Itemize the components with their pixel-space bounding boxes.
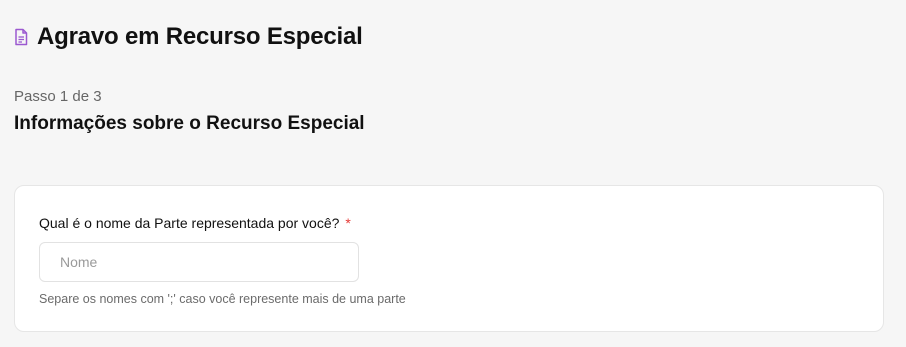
party-name-input[interactable]: [39, 242, 359, 282]
page: Agravo em Recurso Especial Passo 1 de 3 …: [0, 0, 906, 347]
question-label: Qual é o nome da Parte representada por …: [39, 215, 340, 231]
document-icon: [14, 28, 28, 46]
step-indicator: Passo 1 de 3: [14, 88, 102, 105]
required-mark: *: [345, 215, 351, 231]
party-name-question: Qual é o nome da Parte representada por …: [39, 215, 351, 231]
section-title: Informações sobre o Recurso Especial: [14, 113, 365, 134]
page-header: Agravo em Recurso Especial: [14, 22, 363, 52]
page-title: Agravo em Recurso Especial: [37, 23, 363, 50]
form-card: Qual é o nome da Parte representada por …: [14, 185, 884, 332]
input-hint: Separe os nomes com ';' caso você repres…: [39, 292, 406, 306]
